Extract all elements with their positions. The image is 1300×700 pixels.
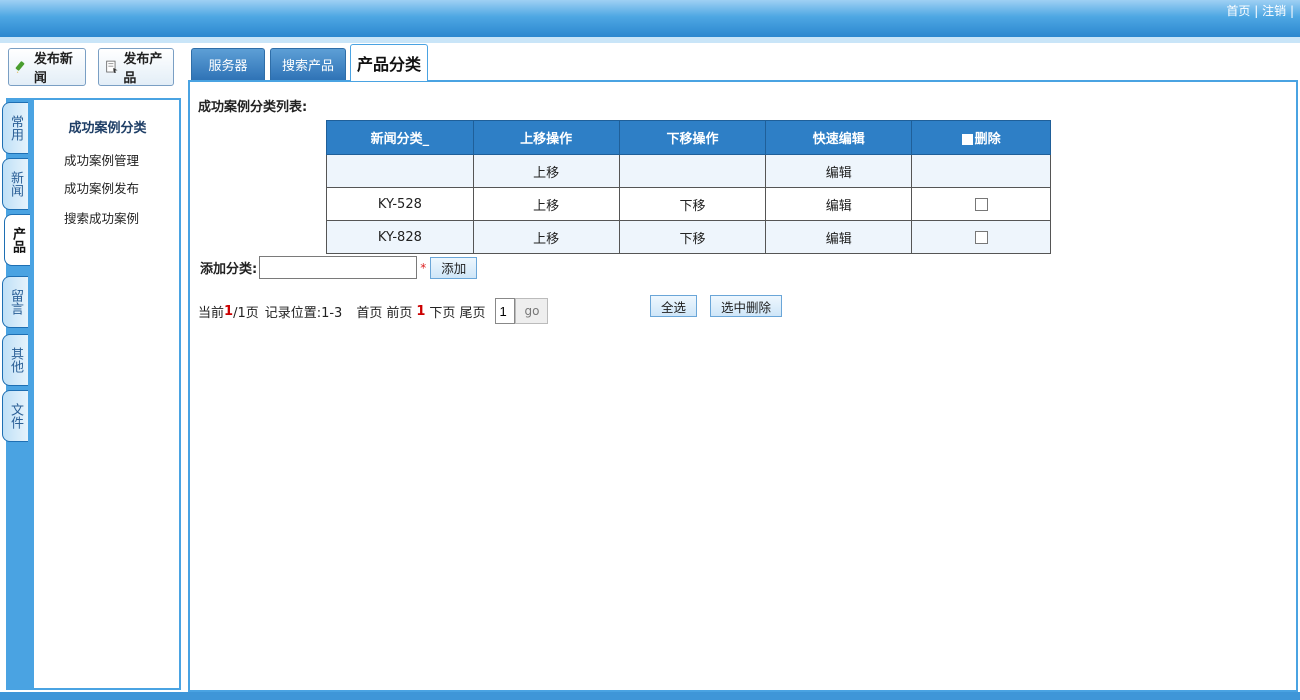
delete-cell — [911, 220, 1051, 254]
tab-product-categories[interactable]: 产品分类 — [350, 44, 428, 81]
tab-label: 服务器 — [208, 59, 248, 74]
table-row: KY-828 上移 下移 编辑 — [326, 220, 1051, 254]
sidebar-item-manage-cases[interactable]: 成功案例管理 — [64, 150, 139, 169]
sidebar-title: 成功案例分类 — [68, 121, 147, 136]
pencil-icon — [15, 61, 25, 74]
vtab-files[interactable]: 文件 — [2, 390, 28, 442]
document-add-icon — [106, 60, 118, 73]
column-header-move-up: 上移操作 — [472, 120, 620, 155]
category-table: 新闻分类_ 上移操作 下移操作 快速编辑 删除 上移 编辑 KY-528 上移 … — [326, 120, 1051, 254]
sidebar-item-publish-case[interactable]: 成功案例发布 — [64, 178, 139, 197]
tab-label: 搜索产品 — [281, 59, 334, 74]
move-up-link[interactable]: 上移 — [472, 220, 620, 254]
table-header-row: 新闻分类_ 上移操作 下移操作 快速编辑 删除 — [326, 120, 1051, 155]
vtab-label: 其他 — [8, 347, 23, 373]
add-category-input[interactable] — [259, 256, 418, 279]
first-page-link[interactable]: 首页 — [356, 302, 382, 321]
vtab-label: 文件 — [8, 403, 23, 429]
sidebar-item-search-cases[interactable]: 搜索成功案例 — [64, 208, 139, 227]
delete-header-label: 删除 — [974, 132, 1001, 147]
logout-link[interactable]: 注销 — [1262, 4, 1286, 18]
select-all-button[interactable]: 全选 — [650, 295, 698, 317]
vtab-other[interactable]: 其他 — [2, 334, 28, 386]
category-name-cell — [326, 154, 474, 188]
move-up-link[interactable]: 上移 — [472, 154, 620, 188]
move-down-link[interactable] — [618, 154, 767, 188]
vtab-messages[interactable]: 留言 — [2, 276, 28, 328]
total-pages: /1页 — [233, 305, 259, 321]
go-button[interactable]: go — [515, 298, 549, 324]
select-all-checkbox[interactable] — [961, 134, 973, 145]
tab-search-products[interactable]: 搜索产品 — [270, 48, 346, 80]
vtab-label: 留言 — [8, 289, 23, 315]
row-checkbox[interactable] — [974, 230, 988, 244]
add-category-row: 添加分类: * 添加 — [200, 256, 478, 279]
column-header-category: 新闻分类_ — [326, 120, 474, 155]
last-page-link[interactable]: 尾页 — [459, 302, 485, 321]
move-down-link[interactable]: 下移 — [618, 187, 767, 221]
prev-page-link[interactable]: 前页 — [386, 302, 412, 321]
delete-cell — [911, 187, 1051, 221]
publish-news-button[interactable]: 发布新闻 — [8, 48, 86, 86]
edit-link[interactable]: 编辑 — [765, 187, 913, 221]
edit-link[interactable]: 编辑 — [765, 154, 913, 188]
next-page-link[interactable]: 下页 — [429, 302, 455, 321]
pagination: 当前 1 /1页 记录位置:1-3 首页 前页 1 下页 尾页 go — [198, 298, 549, 324]
tab-label: 产品分类 — [356, 55, 421, 74]
record-range: 记录位置:1-3 — [264, 305, 343, 321]
column-header-move-down: 下移操作 — [618, 120, 767, 155]
column-header-quick-edit: 快速编辑 — [765, 120, 913, 155]
add-button[interactable]: 添加 — [430, 256, 478, 279]
publish-news-label: 发布新闻 — [33, 52, 73, 86]
column-header-delete[interactable]: 删除 — [911, 120, 1051, 155]
separator: | — [1289, 4, 1294, 18]
list-title: 成功案例分类列表: — [198, 100, 308, 115]
header-divider — [0, 37, 1300, 43]
table-row: 上移 编辑 — [326, 154, 1051, 188]
delete-selected-button[interactable]: 选中删除 — [710, 295, 783, 317]
required-mark: * — [420, 260, 427, 275]
row-checkbox[interactable] — [974, 197, 988, 211]
tab-server[interactable]: 服务器 — [191, 48, 265, 80]
edit-link[interactable]: 编辑 — [765, 220, 913, 254]
vtab-common[interactable]: 常用 — [2, 102, 28, 154]
table-row: KY-528 上移 下移 编辑 — [326, 187, 1051, 221]
bottom-bar — [0, 692, 1300, 700]
publish-product-button[interactable]: 发布产品 — [98, 48, 174, 86]
top-links: 首页 | 注销 | — [1226, 2, 1294, 19]
category-name-cell: KY-528 — [326, 187, 474, 221]
vtab-label: 常用 — [8, 115, 23, 141]
vtab-label: 产品 — [10, 227, 25, 253]
move-down-link[interactable]: 下移 — [618, 220, 767, 254]
sidebar-panel: 成功案例分类 成功案例管理 成功案例发布 搜索成功案例 — [34, 98, 181, 690]
move-up-link[interactable]: 上移 — [472, 187, 620, 221]
current-page-prefix: 当前 — [198, 305, 225, 321]
home-link[interactable]: 首页 — [1226, 4, 1250, 18]
vtab-news[interactable]: 新闻 — [2, 158, 28, 210]
page-number-input[interactable] — [495, 298, 516, 324]
page-number: 1 — [416, 303, 426, 319]
vtab-products[interactable]: 产品 — [4, 214, 30, 266]
publish-product-label: 发布产品 — [123, 52, 163, 86]
top-header-bar: 首页 | 注销 | — [0, 0, 1300, 37]
category-name-cell: KY-828 — [326, 220, 474, 254]
delete-cell — [911, 154, 1051, 188]
add-category-label: 添加分类: — [200, 262, 258, 277]
vtab-label: 新闻 — [8, 171, 23, 197]
current-page-number: 1 — [224, 303, 234, 319]
separator: | — [1254, 4, 1259, 18]
